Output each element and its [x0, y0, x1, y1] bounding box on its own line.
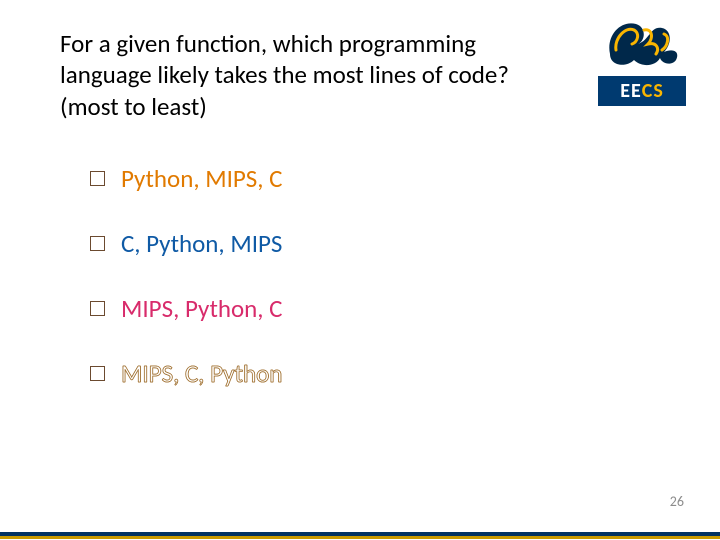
- option-label: MIPS, Python, C: [121, 296, 283, 321]
- option-label: Python, MIPS, C: [121, 166, 283, 191]
- checkbox-icon[interactable]: [90, 301, 105, 316]
- option-label: MIPS, C, Python: [121, 361, 282, 386]
- question-text: For a given function, which programming …: [60, 28, 540, 122]
- eecs-ee: EE: [620, 79, 642, 103]
- cal-logo: [602, 14, 682, 70]
- eecs-logo: EECS: [598, 76, 686, 106]
- option-row[interactable]: MIPS, C, Python: [90, 361, 660, 386]
- checkbox-icon[interactable]: [90, 236, 105, 251]
- cal-script-icon: [602, 14, 682, 70]
- option-label: C, Python, MIPS: [121, 231, 282, 256]
- header: For a given function, which programming …: [60, 28, 660, 122]
- option-row[interactable]: MIPS, Python, C: [90, 296, 660, 321]
- checkbox-icon[interactable]: [90, 171, 105, 186]
- option-row[interactable]: C, Python, MIPS: [90, 231, 660, 256]
- slide: For a given function, which programming …: [0, 0, 720, 540]
- checkbox-icon[interactable]: [90, 366, 105, 381]
- footer-bar: [0, 532, 720, 540]
- eecs-cs: CS: [642, 79, 664, 103]
- logo-column: EECS: [598, 14, 686, 106]
- option-row[interactable]: Python, MIPS, C: [90, 166, 660, 191]
- footer-stripe-gold: [0, 536, 720, 539]
- page-number: 26: [670, 493, 684, 510]
- options-list: Python, MIPS, C C, Python, MIPS MIPS, Py…: [90, 166, 660, 386]
